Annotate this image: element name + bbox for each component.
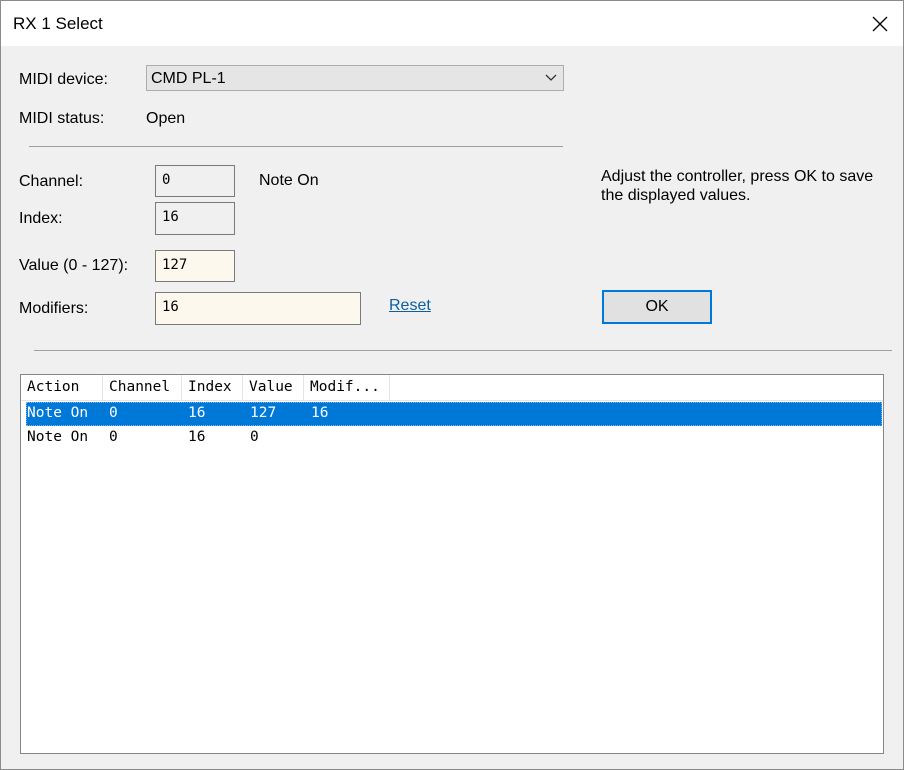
cell-action: Note On (27, 405, 89, 421)
modifiers-label: Modifiers: (19, 300, 89, 317)
midi-status-value: Open (146, 110, 186, 127)
channel-label: Channel: (19, 173, 84, 190)
cell-channel: 0 (109, 405, 118, 421)
reset-link[interactable]: Reset (389, 297, 431, 315)
column-header-modifiers[interactable]: Modif... (304, 375, 390, 400)
instruction-text: Adjust the controller, press OK to save … (601, 168, 874, 204)
close-button[interactable] (857, 1, 903, 46)
value-field[interactable]: 127 (155, 250, 235, 282)
list-header: Action Channel Index Value Modif... (21, 375, 883, 401)
chevron-down-icon (545, 74, 557, 81)
modifiers-field[interactable]: 16 (155, 292, 361, 325)
event-list[interactable]: Action Channel Index Value Modif... Note… (20, 374, 884, 754)
channel-field[interactable]: 0 (155, 165, 235, 197)
midi-device-dropdown[interactable]: CMD PL-1 (146, 65, 564, 91)
top-separator (29, 146, 563, 147)
list-row[interactable]: Note On 0 16 0 (26, 426, 882, 450)
cell-channel: 0 (109, 429, 118, 445)
midi-device-value: CMD PL-1 (151, 70, 226, 87)
midi-device-label: MIDI device: (19, 71, 108, 88)
column-header-action[interactable]: Action (21, 375, 103, 400)
list-row-selected[interactable]: Note On 0 16 127 16 (26, 402, 882, 426)
title-bar[interactable]: RX 1 Select (1, 1, 903, 46)
window-title: RX 1 Select (13, 14, 103, 33)
cell-index: 16 (188, 429, 206, 445)
list-separator (34, 350, 892, 351)
cell-action: Note On (27, 429, 89, 445)
cell-value: 0 (250, 429, 259, 445)
cell-modifiers: 16 (311, 405, 329, 421)
column-header-channel[interactable]: Channel (103, 375, 182, 400)
cell-value: 127 (250, 405, 277, 421)
event-type-label: Note On (259, 172, 319, 189)
column-header-index[interactable]: Index (182, 375, 243, 400)
midi-status-label: MIDI status: (19, 110, 105, 127)
dialog-window: RX 1 Select MIDI device: CMD PL-1 MIDI s… (0, 0, 904, 770)
value-label: Value (0 - 127): (19, 257, 129, 274)
index-label: Index: (19, 210, 63, 227)
ok-button[interactable]: OK (602, 290, 712, 324)
close-icon (872, 16, 888, 31)
index-field[interactable]: 16 (155, 202, 235, 235)
column-header-value[interactable]: Value (243, 375, 304, 400)
cell-index: 16 (188, 405, 206, 421)
